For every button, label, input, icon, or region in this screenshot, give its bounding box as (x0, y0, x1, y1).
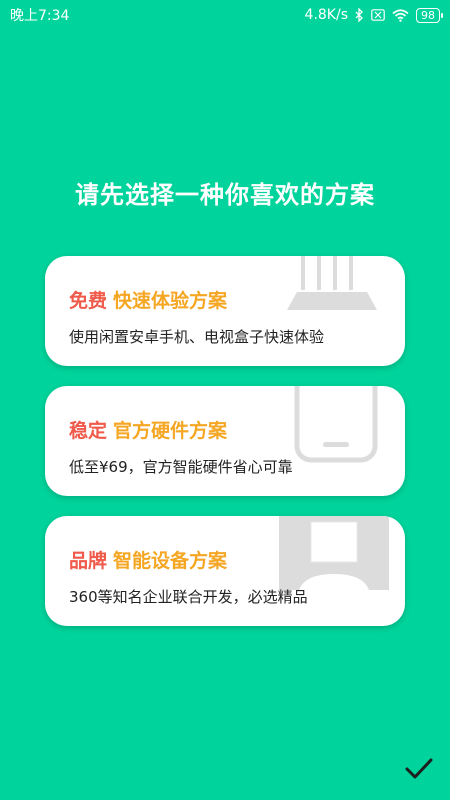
card-title-primary: 稳定 (69, 420, 108, 442)
card-title-secondary: 官方硬件方案 (113, 420, 228, 442)
network-speed: 4.8K/s (304, 7, 348, 23)
router-icon (287, 256, 377, 310)
sim-disabled-icon (371, 9, 385, 21)
card-title: 免费 快速体验方案 (69, 286, 227, 313)
bluetooth-icon (355, 8, 364, 22)
card-title-secondary: 智能设备方案 (113, 550, 228, 572)
card-description: 360等知名企业联合开发，必选精品 (69, 588, 308, 606)
plan-card-brand[interactable]: 品牌 智能设备方案 360等知名企业联合开发，必选精品 (45, 516, 405, 626)
card-title: 品牌 智能设备方案 (69, 546, 227, 573)
page-title: 请先选择一种你喜欢的方案 (75, 181, 375, 209)
smart-device-icon (279, 516, 389, 590)
wifi-icon (392, 8, 409, 22)
card-title-primary: 免费 (69, 290, 108, 312)
status-indicators: 4.8K/s 98 (304, 7, 443, 23)
check-icon[interactable] (404, 754, 434, 784)
status-bar: 晚上7:34 4.8K/s 98 (0, 0, 450, 30)
status-time: 晚上7:34 (10, 8, 70, 24)
card-title-primary: 品牌 (69, 550, 108, 572)
card-description: 低至¥69，官方智能硬件省心可靠 (69, 458, 293, 476)
card-title: 稳定 官方硬件方案 (69, 416, 227, 443)
plan-card-free[interactable]: 免费 快速体验方案 使用闲置安卓手机、电视盒子快速体验 (45, 256, 405, 366)
phone-icon (294, 386, 378, 463)
plan-card-stable[interactable]: 稳定 官方硬件方案 低至¥69，官方智能硬件省心可靠 (45, 386, 405, 496)
card-title-secondary: 快速体验方案 (113, 290, 228, 312)
battery-icon: 98 (416, 7, 443, 23)
card-description: 使用闲置安卓手机、电视盒子快速体验 (69, 328, 325, 346)
